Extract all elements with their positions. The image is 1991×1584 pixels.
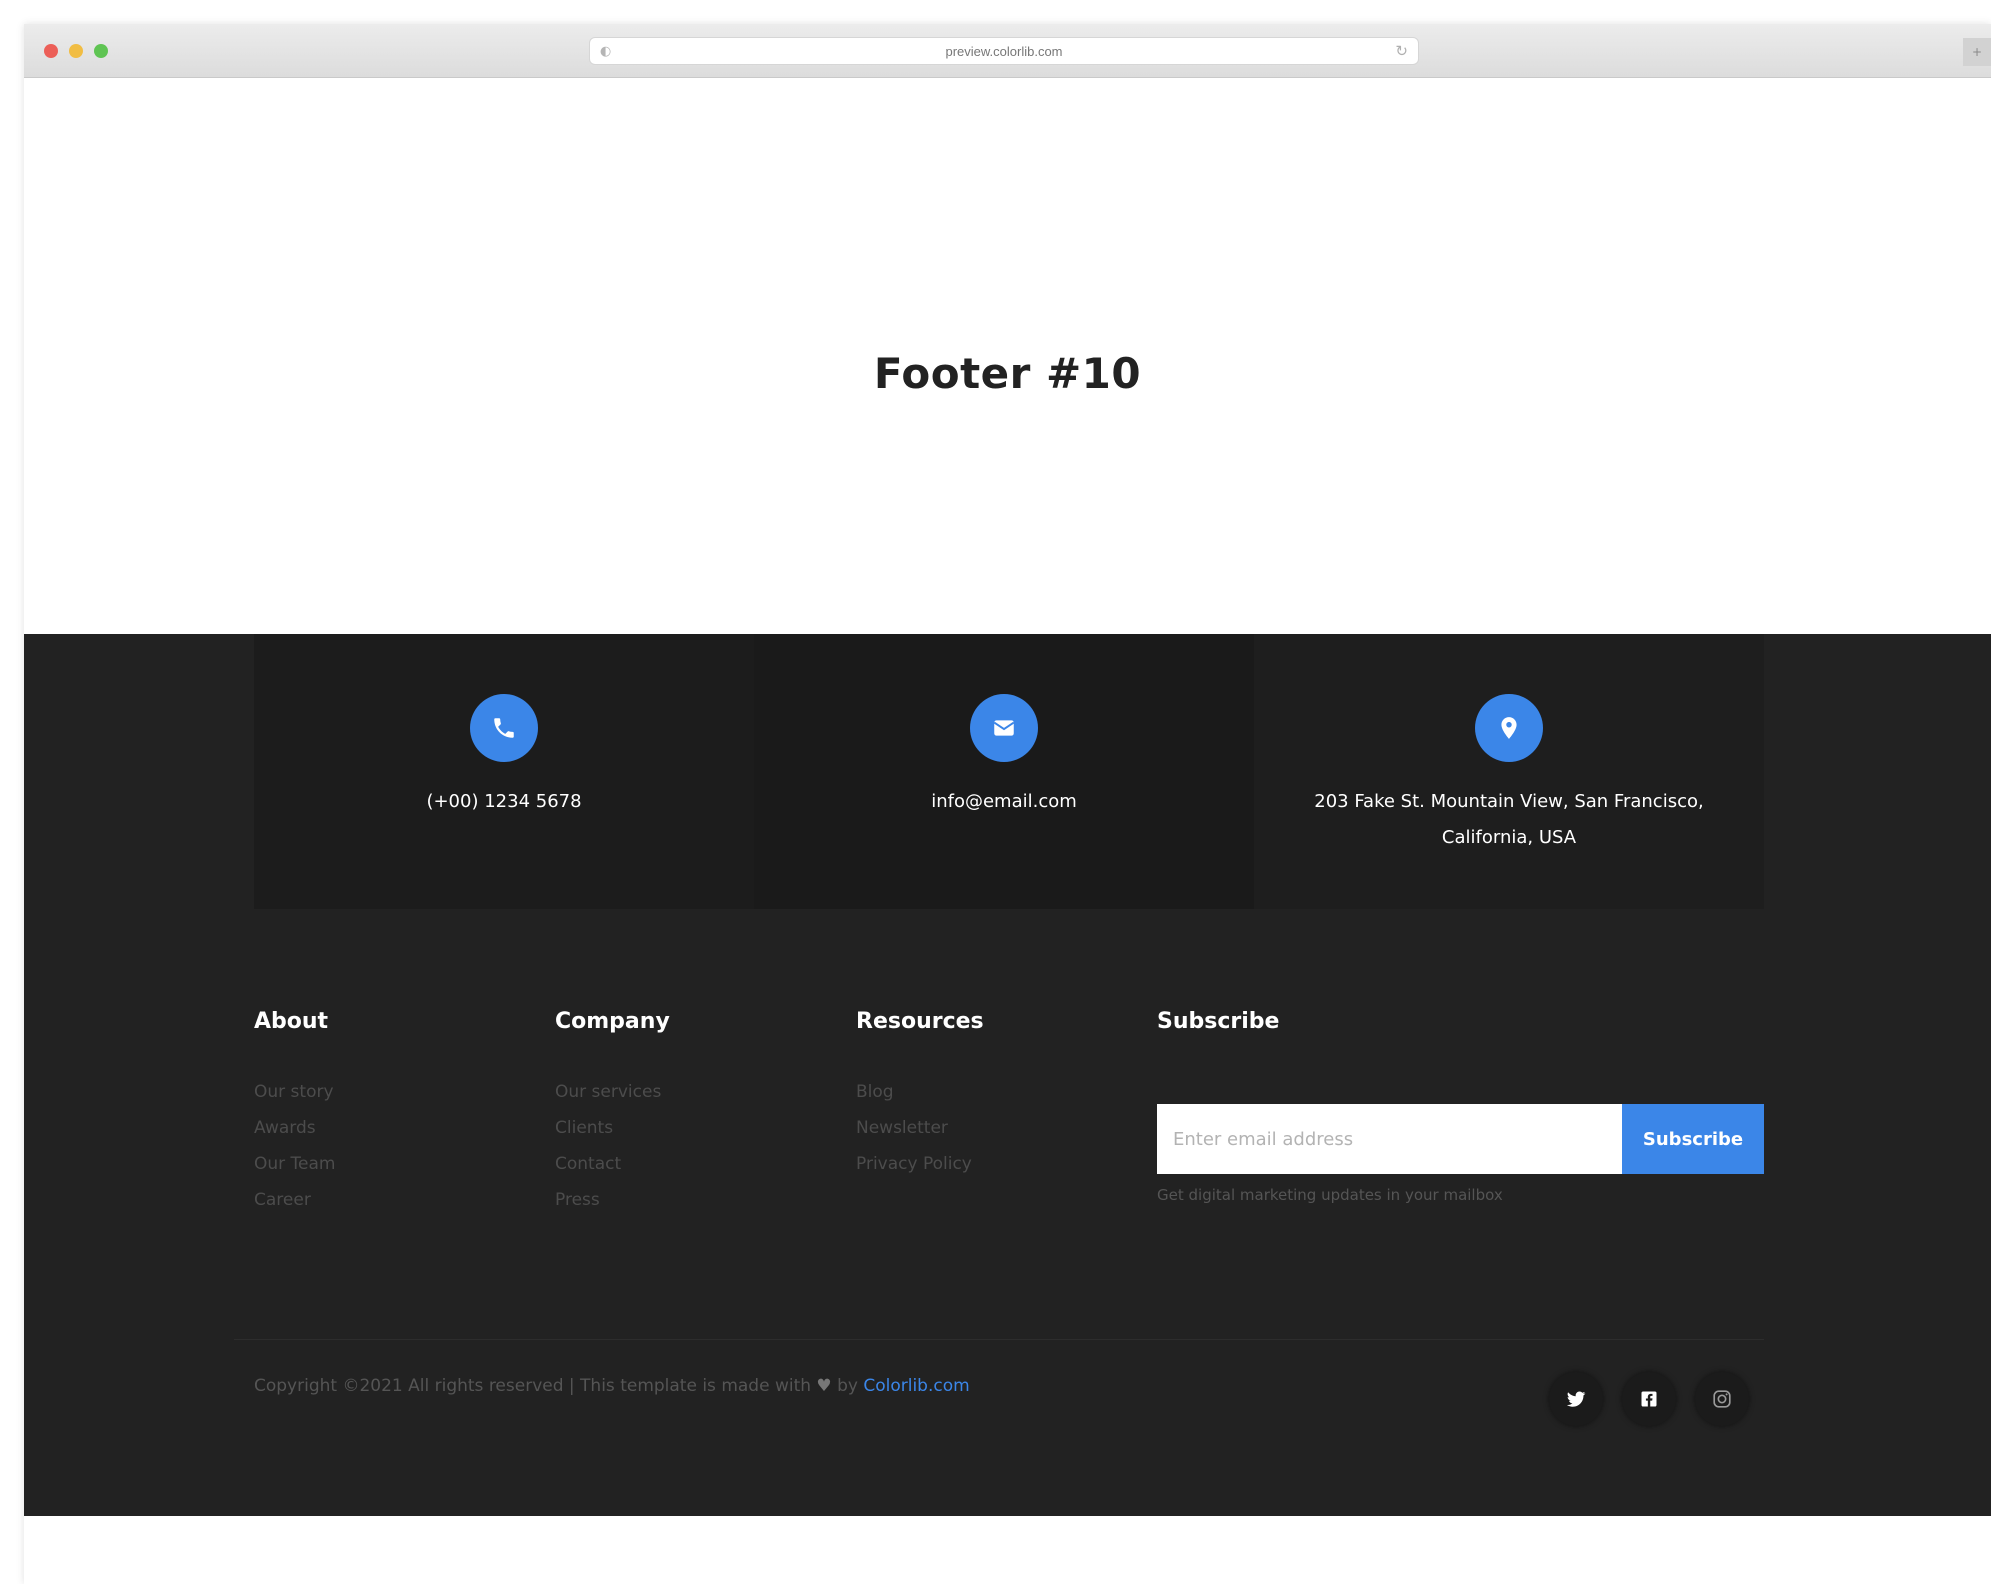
contact-card-email: info@email.com xyxy=(754,634,1254,909)
copyright-by: by xyxy=(837,1376,858,1396)
resources-links: Blog Newsletter Privacy Policy xyxy=(856,1074,972,1182)
contact-phone: (+00) 1234 5678 xyxy=(426,791,582,812)
address-line-2: California, USA xyxy=(1441,827,1577,848)
footer-link-clients[interactable]: Clients xyxy=(555,1110,661,1146)
address-line-1: 203 Fake St. Mountain View, San Francisc… xyxy=(1314,791,1704,812)
footer-link-career[interactable]: Career xyxy=(254,1182,335,1218)
envelope-icon xyxy=(970,694,1038,762)
resources-heading: Resources xyxy=(856,1009,984,1034)
reload-icon[interactable]: ↻ xyxy=(1395,42,1408,60)
footer-link-our-services[interactable]: Our services xyxy=(555,1074,661,1110)
browser-titlebar: ◐ preview.colorlib.com ↻ + xyxy=(24,24,1991,78)
copyright-prefix: Copyright ©2021 All rights reserved | Th… xyxy=(254,1376,812,1396)
maximize-window-button[interactable] xyxy=(94,44,108,58)
twitter-button[interactable] xyxy=(1549,1372,1603,1426)
contact-card-phone: (+00) 1234 5678 xyxy=(254,634,754,909)
heart-icon: ♥ xyxy=(816,1376,832,1396)
address-bar[interactable]: ◐ preview.colorlib.com ↻ xyxy=(589,37,1419,65)
contact-address: 203 Fake St. Mountain View, San Francisc… xyxy=(1274,784,1744,856)
about-heading: About xyxy=(254,1009,329,1034)
footer-link-contact[interactable]: Contact xyxy=(555,1146,661,1182)
twitter-icon xyxy=(1566,1391,1586,1407)
footer-link-blog[interactable]: Blog xyxy=(856,1074,972,1110)
browser-window: ◐ preview.colorlib.com ↻ + Footer #10 (+… xyxy=(24,24,1991,1584)
footer-link-newsletter[interactable]: Newsletter xyxy=(856,1110,972,1146)
about-links: Our story Awards Our Team Career xyxy=(254,1074,335,1218)
company-links: Our services Clients Contact Press xyxy=(555,1074,661,1218)
footer-link-privacy-policy[interactable]: Privacy Policy xyxy=(856,1146,972,1182)
close-window-button[interactable] xyxy=(44,44,58,58)
footer-link-press[interactable]: Press xyxy=(555,1182,661,1218)
new-tab-button[interactable]: + xyxy=(1963,38,1991,66)
footer: (+00) 1234 5678 info@email.com 203 Fake … xyxy=(24,634,1991,1516)
location-pin-icon xyxy=(1475,694,1543,762)
facebook-button[interactable] xyxy=(1622,1372,1676,1426)
subscribe-note: Get digital marketing updates in your ma… xyxy=(1157,1186,1503,1204)
footer-link-our-story[interactable]: Our story xyxy=(254,1074,335,1110)
minimize-window-button[interactable] xyxy=(69,44,83,58)
footer-divider xyxy=(234,1339,1764,1340)
footer-link-awards[interactable]: Awards xyxy=(254,1110,335,1146)
subscribe-heading: Subscribe xyxy=(1157,1009,1280,1034)
subscribe-button[interactable]: Subscribe xyxy=(1622,1104,1764,1174)
instagram-icon xyxy=(1713,1390,1731,1408)
url-text: preview.colorlib.com xyxy=(945,44,1063,59)
footer-link-our-team[interactable]: Our Team xyxy=(254,1146,335,1182)
page-title: Footer #10 xyxy=(873,349,1142,398)
contact-card-address: 203 Fake St. Mountain View, San Francisc… xyxy=(1254,634,1764,909)
facebook-icon xyxy=(1641,1391,1657,1407)
colorlib-link[interactable]: Colorlib.com xyxy=(863,1376,969,1396)
company-heading: Company xyxy=(555,1009,670,1034)
subscribe-email-input[interactable] xyxy=(1157,1104,1622,1174)
contact-email[interactable]: info@email.com xyxy=(774,784,1234,820)
copyright-text: Copyright ©2021 All rights reserved | Th… xyxy=(254,1376,970,1396)
instagram-button[interactable] xyxy=(1695,1372,1749,1426)
phone-icon xyxy=(470,694,538,762)
